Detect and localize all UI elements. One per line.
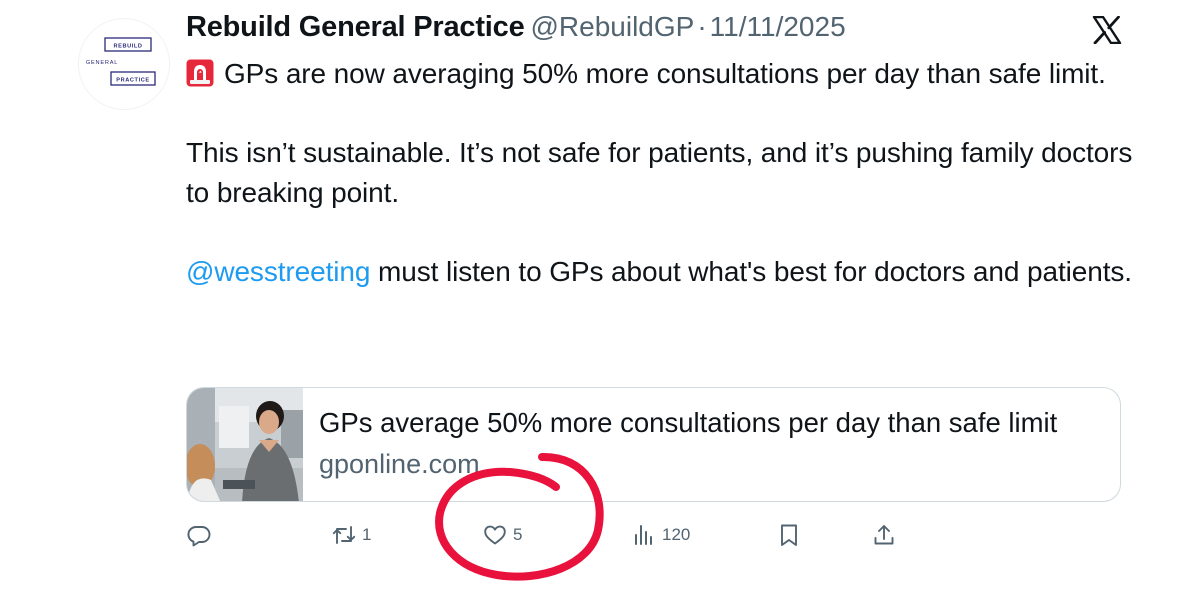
header-separator: ·: [697, 11, 707, 42]
post-date[interactable]: 11/11/2025: [710, 11, 846, 42]
tweet-paragraph-1-text: GPs are now averaging 50% more consultat…: [224, 58, 1106, 89]
tweet-header: Rebuild General Practice @RebuildGP · 11/11…: [186, 11, 846, 51]
police-siren-icon: [186, 58, 214, 87]
like-button[interactable]: 5: [483, 515, 522, 555]
rebuild-gp-logo: REBUILD GENERAL PRACTICE: [86, 37, 156, 86]
share-icon: [874, 525, 894, 545]
tweet-text: GPs are now averaging 50% more consultat…: [186, 54, 1146, 291]
x-logo-icon[interactable]: [1092, 15, 1122, 45]
logo-word-practice: PRACTICE: [116, 78, 149, 84]
tweet-paragraph-1: GPs are now averaging 50% more consultat…: [186, 54, 1146, 94]
link-card-domain: gponline.com: [319, 449, 480, 479]
reply-icon: [187, 526, 211, 547]
user-handle[interactable]: @RebuildGP: [531, 11, 695, 42]
logo-word-general: GENERAL: [86, 60, 118, 66]
logo-word-rebuild: REBUILD: [113, 44, 142, 50]
tweet-paragraph-3: @wesstreeting must listen to GPs about w…: [186, 252, 1146, 292]
tweet-paragraph-3-text: must listen to GPs about what's best for…: [370, 255, 1132, 287]
bookmark-icon: [781, 524, 797, 546]
mention-link[interactable]: @wesstreeting: [186, 256, 370, 287]
repost-button[interactable]: 1: [332, 515, 371, 555]
views-icon: [635, 525, 652, 545]
article-thumbnail: [187, 388, 303, 501]
share-button[interactable]: [872, 515, 896, 555]
like-count: 5: [513, 525, 523, 544]
views-count: 120: [662, 525, 691, 544]
link-card-title: GPs average 50% more consultations per d…: [319, 407, 1058, 438]
repost-icon: [332, 526, 356, 544]
bookmark-button[interactable]: [777, 515, 801, 555]
views-button[interactable]: 120: [632, 515, 690, 555]
heart-icon: [484, 525, 506, 545]
avatar[interactable]: REBUILD GENERAL PRACTICE: [78, 18, 170, 110]
repost-count: 1: [362, 525, 372, 544]
tweet-action-bar: 1 5 120: [0, 515, 1200, 559]
tweet-paragraph-2: This isn’t sustainable. It’s not safe fo…: [186, 137, 1133, 208]
reply-button[interactable]: [187, 515, 211, 555]
link-preview-card[interactable]: GPs average 50% more consultations per d…: [186, 387, 1121, 502]
display-name[interactable]: Rebuild General Practice: [186, 11, 525, 43]
